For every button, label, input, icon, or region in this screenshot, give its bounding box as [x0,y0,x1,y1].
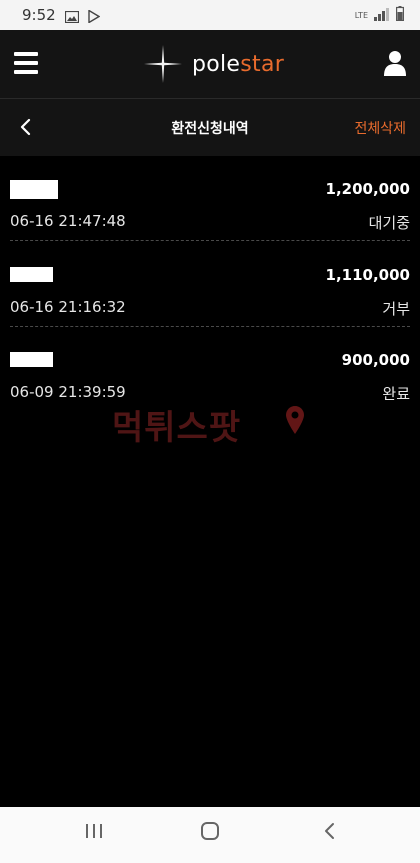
list-item[interactable]: 1,200,000 06-16 21:47:48 대기중 [10,155,410,241]
recent-apps-icon[interactable] [84,821,104,845]
play-store-icon [88,8,101,27]
delete-all-button[interactable]: 전체삭제 [354,118,406,138]
menu-icon[interactable] [14,52,38,74]
android-nav-bar [0,807,420,863]
request-datetime: 06-16 21:16:32 [10,298,126,316]
request-status: 완료 [382,385,410,403]
request-status: 거부 [382,300,410,318]
user-icon[interactable] [384,50,406,76]
request-amount: 1,200,000 [325,180,410,198]
status-time: 9:52 [22,6,56,24]
redacted-label [10,267,53,282]
request-status: 대기중 [368,214,410,232]
watermark: 먹튀스팟 [112,408,242,448]
request-datetime: 06-16 21:47:48 [10,212,126,230]
image-icon [64,8,80,27]
location-pin-icon [286,406,304,434]
request-datetime: 06-09 21:39:59 [10,383,126,401]
logo-text-star: star [240,51,285,77]
network-type: LTE [354,10,368,20]
request-amount: 1,110,000 [325,266,410,284]
app-header: polestar [0,30,420,98]
exchange-request-list: 1,200,000 06-16 21:47:48 대기중 1,110,000 0… [0,155,420,412]
battery-icon [396,6,405,25]
signal-icon [374,6,390,25]
list-item[interactable]: 1,110,000 06-16 21:16:32 거부 [10,241,410,327]
redacted-label [10,352,53,367]
sub-header: 환전신청내역 전체삭제 [0,98,420,156]
back-icon[interactable] [320,821,340,845]
polestar-logo[interactable]: polestar [144,44,284,84]
status-bar: 9:52 LTE [0,0,420,30]
request-amount: 900,000 [341,351,410,369]
polestar-star-icon [144,45,182,83]
home-icon[interactable] [200,821,220,845]
logo-text-pole: pole [192,51,241,77]
redacted-label [10,180,58,199]
